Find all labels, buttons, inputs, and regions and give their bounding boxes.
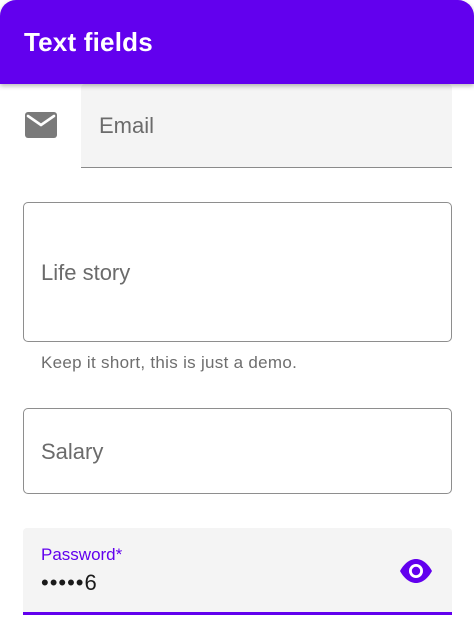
life-story-placeholder: Life story [41, 260, 131, 285]
password-label: Password* [41, 545, 123, 564]
password-field[interactable]: Password* •••••6 [23, 528, 452, 615]
eye-icon [400, 559, 432, 583]
page-title: Text fields [24, 26, 153, 57]
life-story-helper-text: Keep it short, this is just a demo. [41, 353, 298, 372]
salary-field[interactable]: Salary [23, 408, 452, 494]
email-placeholder: Email [99, 113, 155, 138]
password-visibility-toggle[interactable] [399, 554, 433, 588]
life-story-field[interactable]: Life story [23, 202, 452, 342]
app-bar: Text fields [0, 0, 474, 84]
mail-icon [25, 112, 57, 138]
password-input[interactable]: •••••6 [41, 570, 98, 596]
email-field[interactable]: Email [81, 84, 452, 168]
salary-placeholder: Salary [41, 439, 104, 464]
